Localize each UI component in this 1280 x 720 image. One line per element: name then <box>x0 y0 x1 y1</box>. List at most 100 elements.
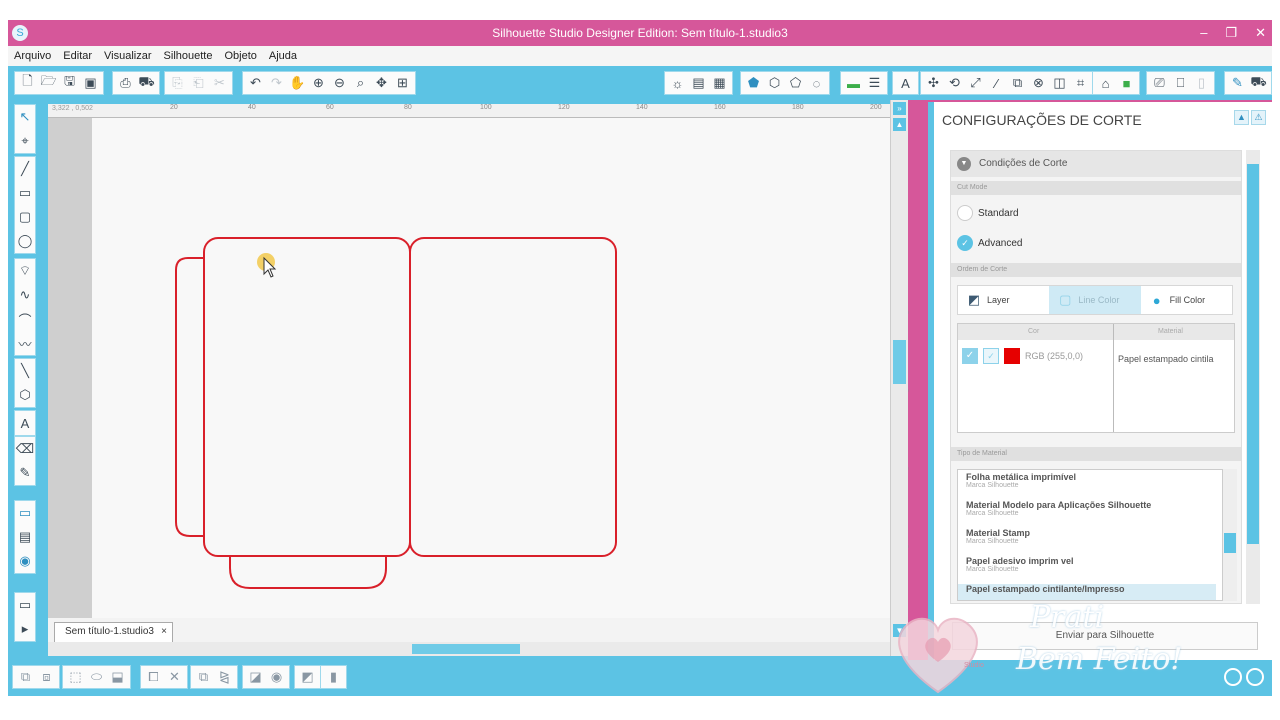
hexagon-icon[interactable]: ⬡ <box>765 74 784 93</box>
scale-icon[interactable]: ⤢ <box>966 74 985 93</box>
rotate-icon[interactable]: ⟲ <box>945 74 964 93</box>
collapse-chevron-icon[interactable]: ▼ <box>957 157 971 171</box>
library-icon[interactable]: ▣ <box>81 74 100 93</box>
cut-conditions-header[interactable]: ▼ Condições de Corte <box>951 151 1241 177</box>
send-back-icon[interactable]: ◉ <box>267 668 286 687</box>
radio-advanced-check-icon[interactable]: ✓ <box>957 235 973 251</box>
rectangle-tool-icon[interactable]: ▭ <box>15 181 35 205</box>
drag-zoom-icon[interactable]: ✥ <box>372 74 391 93</box>
radio-standard[interactable]: Standard <box>957 205 1019 221</box>
freehand-tool-icon[interactable]: 〰 <box>15 331 35 355</box>
panel-collapse-icon[interactable]: ▲ <box>1234 110 1249 125</box>
menu-objeto[interactable]: Objeto <box>224 50 256 62</box>
line-style-icon[interactable]: ▬ <box>844 74 863 93</box>
offset-icon[interactable]: ◫ <box>1050 74 1069 93</box>
vertical-scrollbar[interactable]: » ▲ ▼ <box>890 100 908 656</box>
ungroup-icon[interactable]: ⧈ <box>37 668 56 687</box>
rounded-rect-tool-icon[interactable]: ▢ <box>15 205 35 229</box>
row-material[interactable]: Papel estampado cintila <box>1118 354 1214 364</box>
new-file-icon[interactable]: 🗋 <box>18 73 37 93</box>
panel-alert-icon[interactable]: ⚠ <box>1251 110 1266 125</box>
group-icon[interactable]: ⧉ <box>16 668 35 687</box>
menu-arquivo[interactable]: Arquivo <box>14 50 51 62</box>
save-icon[interactable]: 🖫 <box>60 73 79 93</box>
line-weight-icon[interactable]: ☰ <box>865 74 884 93</box>
image-icon[interactable]: ◩ <box>298 668 317 687</box>
line-tool-icon[interactable]: ╱ <box>15 157 35 181</box>
polygon-shape-icon[interactable]: ⬡ <box>15 383 35 407</box>
minimize-button[interactable]: – <box>1200 20 1207 46</box>
lightbulb-icon[interactable]: ☼ <box>668 74 687 93</box>
grid-icon[interactable]: ▦ <box>710 74 729 93</box>
make-compound-icon[interactable]: ⧠ <box>144 668 163 687</box>
list-item[interactable]: Material Stamp Marca Silhouette <box>966 528 1030 545</box>
trace-icon[interactable]: ⌗ <box>1071 74 1090 93</box>
panel-scrollbar[interactable] <box>1246 150 1260 604</box>
page-settings-icon[interactable]: ▤ <box>689 74 708 93</box>
close-button[interactable]: ✕ <box>1255 20 1266 46</box>
weld-icon[interactable]: ⊗ <box>1029 74 1048 93</box>
shape-node-icon[interactable]: ◌ <box>807 74 826 93</box>
list-item[interactable]: Material Modelo para Aplicações Silhouet… <box>966 500 1151 517</box>
design-page[interactable] <box>92 118 892 618</box>
panel-expand-icon[interactable]: » <box>893 102 906 115</box>
cutter-settings-icon[interactable]: ⎕ <box>1171 74 1190 93</box>
online-store-icon[interactable]: ◉ <box>15 549 35 573</box>
window-toggle-icon[interactable]: ▭ <box>15 593 35 617</box>
menu-editar[interactable]: Editar <box>63 50 92 62</box>
order-line-color-button[interactable]: ▢ Line Color <box>1049 286 1141 314</box>
settings-gear-icon[interactable] <box>1224 668 1242 686</box>
zoom-in-icon[interactable]: ⊕ <box>309 74 328 93</box>
library-store-icon[interactable]: ⌂ <box>1096 74 1115 93</box>
vertical-scroll-thumb[interactable] <box>893 340 906 384</box>
horizontal-scroll-thumb[interactable] <box>412 644 520 654</box>
menu-visualizar[interactable]: Visualizar <box>104 50 152 62</box>
trash-icon[interactable]: ▮ <box>324 668 343 687</box>
copy-icon[interactable]: ⎘ <box>168 74 187 93</box>
cut-settings-icon[interactable]: ✎ <box>1228 74 1247 93</box>
pan-hand-icon[interactable]: ✋ <box>288 74 307 93</box>
menu-silhouette[interactable]: Silhouette <box>164 50 213 62</box>
scroll-down-icon[interactable]: ▼ <box>893 624 906 637</box>
list-item-selected[interactable]: Papel estampado cintilante/Impresso <box>958 584 1216 600</box>
redo-icon[interactable]: ↷ <box>267 74 286 93</box>
row-enabled-check-icon[interactable]: ✓ <box>962 348 978 364</box>
eraser-icon[interactable]: ⌫ <box>15 437 35 461</box>
open-folder-icon[interactable]: 🗁 <box>39 73 58 93</box>
select-arrow-icon[interactable]: ↖ <box>15 105 35 129</box>
tab-close-icon[interactable]: × <box>161 623 167 641</box>
list-item[interactable]: Folha metálica imprimível Marca Silhouet… <box>966 472 1076 489</box>
text-tool-icon[interactable]: A <box>15 411 35 435</box>
expand-arrow-icon[interactable]: ▸ <box>15 617 35 641</box>
select-all-icon[interactable]: ⬚ <box>66 668 85 687</box>
text-style-icon[interactable]: A <box>896 74 915 93</box>
print-icon[interactable]: ⎙ <box>116 74 135 93</box>
radio-standard-dot[interactable] <box>957 205 973 221</box>
send-to-cutter-icon[interactable]: ⎚ <box>1150 74 1169 93</box>
zoom-out-icon[interactable]: ⊖ <box>330 74 349 93</box>
pentagon-fill-icon[interactable]: ⬟ <box>744 74 763 93</box>
menu-ajuda[interactable]: Ajuda <box>269 50 297 62</box>
deselect-icon[interactable]: ⬭ <box>87 668 106 687</box>
cut-icon[interactable]: ✂ <box>210 74 229 93</box>
document-tab[interactable]: Sem título-1.studio3 × <box>54 622 173 642</box>
order-fill-color-button[interactable]: ● Fill Color <box>1141 286 1232 314</box>
row-cut-check-icon[interactable]: ✓ <box>983 348 999 364</box>
knife-icon[interactable]: ⁄ <box>987 74 1006 93</box>
replicate-icon[interactable]: ⧉ <box>1008 74 1027 93</box>
zoom-box-icon[interactable]: ⌕ <box>351 74 370 93</box>
material-icon[interactable]: ▯ <box>1192 74 1211 93</box>
pentagon-outline-icon[interactable]: ⬠ <box>786 74 805 93</box>
undo-icon[interactable]: ↶ <box>246 74 265 93</box>
table-row[interactable]: ✓ ✓ RGB (255,0,0) <box>962 348 1083 364</box>
align-icon[interactable]: ✣ <box>924 74 943 93</box>
radio-advanced[interactable]: ✓ Advanced <box>957 235 1022 251</box>
curve-tool-icon[interactable]: ∿ <box>15 283 35 307</box>
order-layer-button[interactable]: ◩ Layer <box>958 286 1049 314</box>
cut-cutter-icon[interactable]: ⛟ <box>1249 74 1268 93</box>
help-icon[interactable] <box>1246 668 1264 686</box>
material-scroll-thumb[interactable] <box>1224 533 1236 553</box>
cut-send-icon[interactable]: ⛟ <box>137 74 156 93</box>
material-list-scrollbar[interactable] <box>1223 469 1237 601</box>
fit-page-icon[interactable]: ⊞ <box>393 74 412 93</box>
